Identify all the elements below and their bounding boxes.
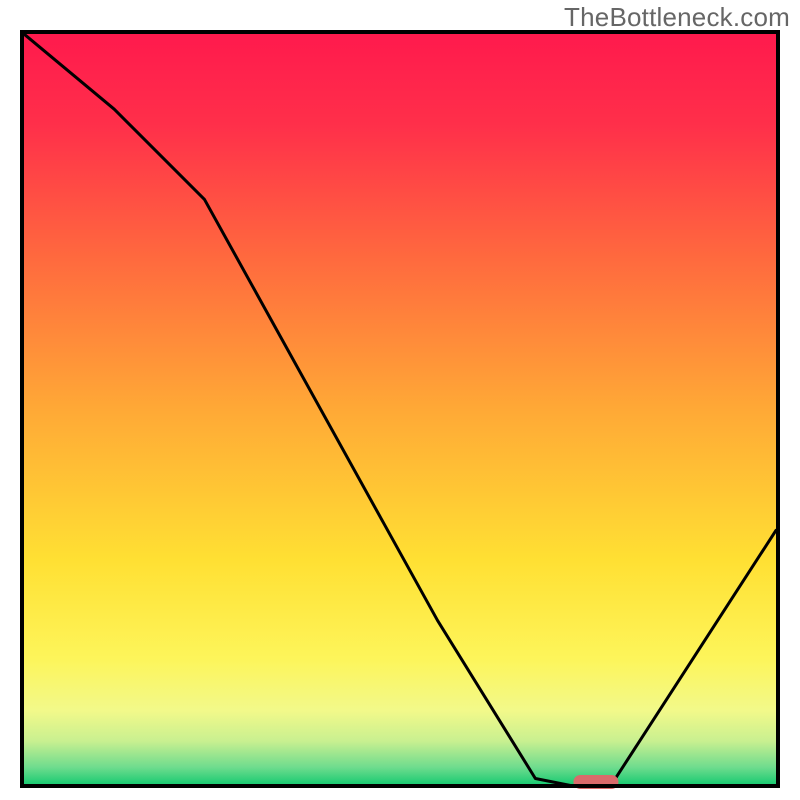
chart-frame: TheBottleneck.com (0, 0, 800, 800)
plot-svg (24, 34, 776, 786)
gradient-background (24, 34, 776, 786)
baseline (20, 784, 780, 788)
watermark-text: TheBottleneck.com (564, 2, 790, 33)
plot-area (24, 34, 776, 786)
